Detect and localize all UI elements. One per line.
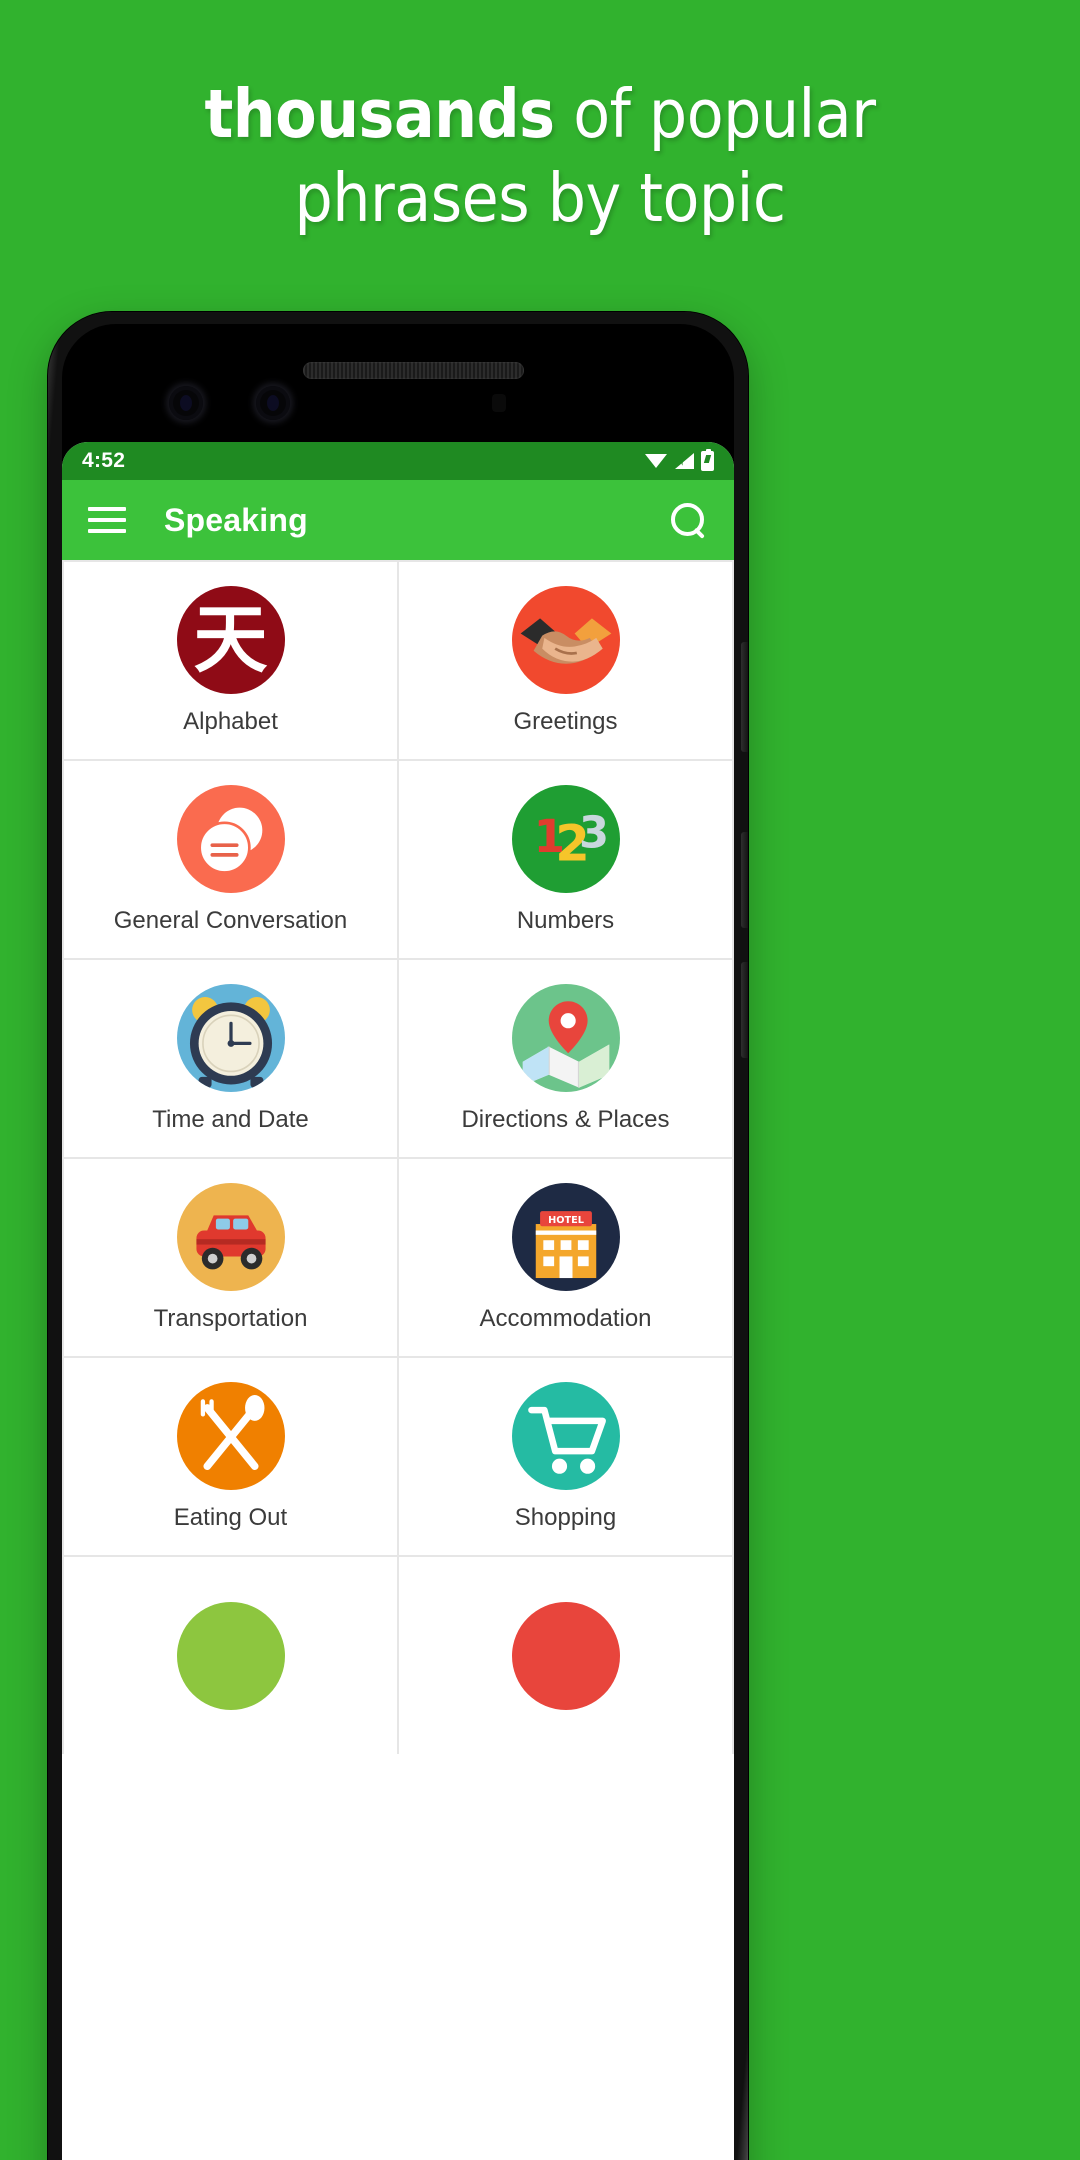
- grid-tile[interactable]: Transportation: [64, 1159, 397, 1356]
- car-icon: [176, 1182, 285, 1291]
- phone-body: 4:52 Speaking 天 Alphabet Greetings Gener…: [62, 324, 734, 2160]
- signal-icon: [674, 453, 694, 469]
- proximity-sensor-icon: [492, 394, 506, 412]
- headline-line2: phrases by topic: [294, 159, 786, 237]
- promo-screenshot: thousands of popular phrases by topic 4:…: [0, 0, 1080, 2160]
- grid-tile-label: Alphabet: [183, 707, 278, 735]
- grid-tile[interactable]: Greetings: [399, 562, 732, 759]
- phone-screen: 4:52 Speaking 天 Alphabet Greetings Gener…: [62, 442, 734, 2160]
- grid-tile-label: Time and Date: [152, 1105, 309, 1133]
- grid-tile[interactable]: HOTEL Accommodation: [399, 1159, 732, 1356]
- svg-text:3: 3: [578, 808, 608, 858]
- grid-tile[interactable]: 1 2 3 Numbers: [399, 761, 732, 958]
- grid-tile-label: Numbers: [516, 906, 615, 934]
- app-bar: Speaking: [62, 480, 734, 560]
- grid-tile[interactable]: Shopping: [399, 1358, 732, 1555]
- headline-strong: thousands: [204, 75, 555, 153]
- grid-tile-label: Directions & Places: [461, 1105, 670, 1133]
- grid-tile-label: Shopping: [514, 1503, 617, 1531]
- fork-spoon-icon: [176, 1381, 285, 1490]
- speech-bubbles-icon: [176, 784, 285, 893]
- svg-text:HOTEL: HOTEL: [548, 1214, 584, 1225]
- partial-tile-right-icon: [511, 1601, 620, 1710]
- grid-tile[interactable]: General Conversation: [64, 761, 397, 958]
- handshake-icon: [511, 585, 620, 694]
- status-bar: 4:52: [62, 442, 734, 480]
- grid-tile-label: Greetings: [513, 707, 618, 735]
- phone-side-button-power: [741, 962, 748, 1058]
- partial-tile-left-icon: [176, 1601, 285, 1710]
- front-camera-secondary-icon: [256, 386, 290, 420]
- grid-tile-label: General Conversation: [113, 906, 348, 934]
- wifi-icon: [645, 453, 667, 469]
- grid-tile-label: Accommodation: [479, 1304, 652, 1332]
- phone-mockup: 4:52 Speaking 天 Alphabet Greetings Gener…: [48, 312, 748, 2160]
- grid-tile[interactable]: Directions & Places: [399, 960, 732, 1157]
- grid-tile-label: Eating Out: [173, 1503, 288, 1531]
- grid-tile[interactable]: [399, 1557, 732, 1754]
- headline-light: of popular: [554, 75, 876, 153]
- promo-headline: thousands of popular phrases by topic: [0, 72, 1080, 240]
- category-grid: 天 Alphabet Greetings General Conversation 1 2…: [62, 560, 734, 1754]
- grid-tile[interactable]: Time and Date: [64, 960, 397, 1157]
- map-pin-icon: [511, 983, 620, 1092]
- hamburger-menu-icon[interactable]: [88, 507, 126, 533]
- front-camera-icon: [169, 386, 203, 420]
- search-icon[interactable]: [668, 500, 708, 540]
- shopping-cart-icon: [511, 1381, 620, 1490]
- page-title: Speaking: [164, 501, 308, 538]
- chinese-character-icon: 天: [176, 585, 285, 694]
- grid-tile[interactable]: Eating Out: [64, 1358, 397, 1555]
- grid-tile-label: Transportation: [153, 1304, 308, 1332]
- alarm-clock-icon: [176, 983, 285, 1092]
- status-time: 4:52: [82, 449, 126, 472]
- numbers-123-icon: 123: [511, 784, 620, 893]
- phone-side-button-volume-down: [741, 832, 748, 928]
- hotel-icon: HOTEL: [511, 1182, 620, 1291]
- battery-icon: [701, 449, 714, 471]
- phone-side-button-volume-up: [741, 642, 748, 752]
- grid-tile[interactable]: [64, 1557, 397, 1754]
- earpiece-icon: [303, 362, 524, 379]
- grid-tile[interactable]: 天 Alphabet: [64, 562, 397, 759]
- status-icon-group: [645, 449, 714, 471]
